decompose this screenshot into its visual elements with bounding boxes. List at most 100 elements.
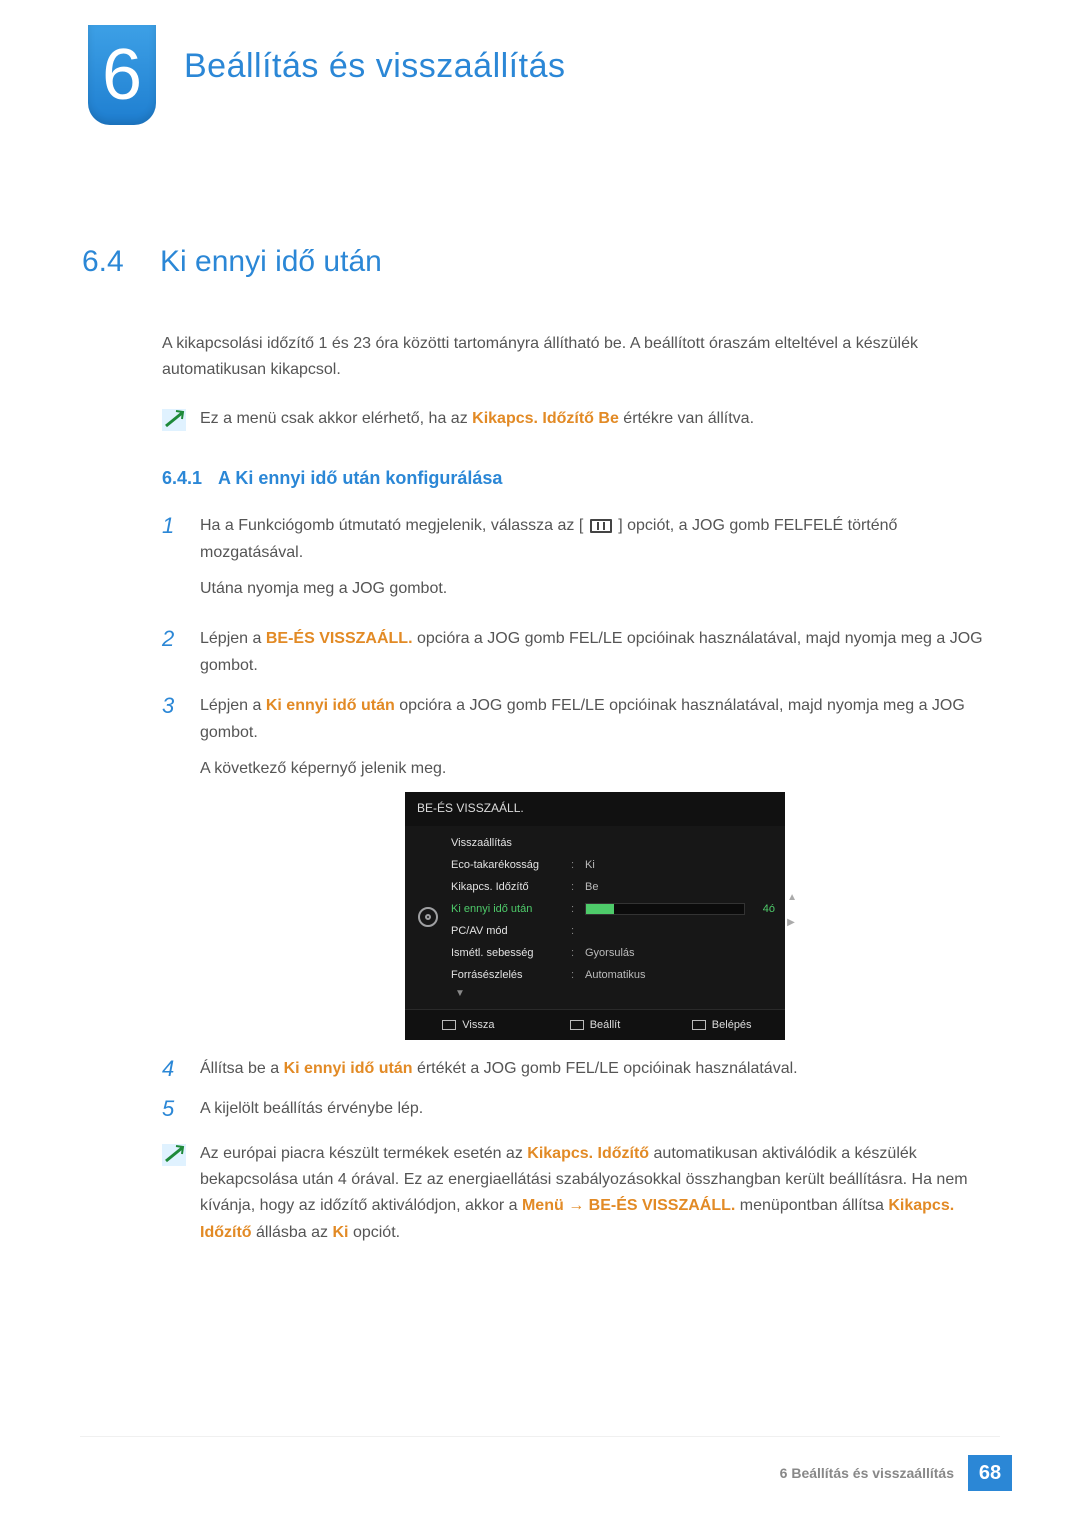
osd-footer: Vissza Beállít Belépés: [405, 1009, 785, 1040]
osd-row: Visszaállítás: [451, 832, 775, 854]
osd-foot-label: Beállít: [590, 1016, 621, 1034]
osd-value: Be: [585, 878, 775, 896]
step-text: Lépjen a BE-ÉS VISSZAÁLL. opcióra a JOG …: [200, 626, 990, 679]
chapter-header: 6 Beállítás és visszaállítás: [0, 0, 1080, 125]
osd-value: Automatikus: [585, 966, 775, 984]
step-2: 2 Lépjen a BE-ÉS VISSZAÁLL. opcióra a JO…: [162, 626, 990, 679]
osd-slider-value: 4ó: [751, 900, 775, 918]
chapter-title: Beállítás és visszaállítás: [184, 47, 566, 86]
text-fragment: A következő képernyő jelenik meg.: [200, 756, 990, 782]
osd-value: Ki: [585, 856, 775, 874]
step-text: Ha a Funkciógomb útmutató megjelenik, vá…: [200, 513, 990, 612]
osd-screenshot: BE-ÉS VISSZAÁLL. Visszaállítás Eco-takar…: [405, 792, 785, 1039]
note-icon: [162, 1144, 186, 1166]
osd-label: Ismétl. sebesség: [451, 944, 571, 962]
osd-scroll-down-icon: ▼: [451, 986, 775, 1003]
step-number: 2: [162, 626, 182, 679]
osd-key-icon: [692, 1020, 706, 1030]
osd-row: Eco-takarékosság:Ki: [451, 854, 775, 876]
osd-slider-track: [585, 903, 745, 915]
step-3: 3 Lépjen a Ki ennyi idő után opcióra a J…: [162, 693, 990, 1040]
note-1: Ez a menü csak akkor elérhető, ha az Kik…: [162, 406, 990, 432]
footer-chapter: 6 Beállítás és visszaállítás: [780, 1465, 954, 1481]
text-fragment: értékét a JOG gomb FEL/LE opcióinak hasz…: [417, 1060, 798, 1077]
osd-foot-set: Beállít: [532, 1010, 659, 1040]
intro-paragraph: A kikapcsolási időzítő 1 és 23 óra közöt…: [162, 331, 990, 384]
page-footer: 6 Beállítás és visszaállítás 68: [780, 1455, 1012, 1491]
osd-row: Forrásészlelés:Automatikus: [451, 964, 775, 986]
subsection-title: A Ki ennyi idő után konfigurálása: [218, 468, 502, 489]
osd-foot-label: Belépés: [712, 1016, 752, 1034]
osd-rows: Visszaállítás Eco-takarékosság:Ki Kikapc…: [451, 832, 785, 1003]
text-fragment: Utána nyomja meg a JOG gombot.: [200, 576, 990, 602]
step-5: 5 A kijelölt beállítás érvénybe lép.: [162, 1096, 990, 1122]
note-strong: Kikapcs. Időzítő Be: [472, 410, 619, 427]
chapter-badge: 6: [88, 25, 156, 125]
step-1: 1 Ha a Funkciógomb útmutató megjelenik, …: [162, 513, 990, 612]
chevron-right-icon: ▶: [787, 915, 797, 932]
osd-foot-back: Vissza: [405, 1010, 532, 1040]
text-fragment: Állítsa be a: [200, 1060, 284, 1077]
text-strong: BE-ÉS VISSZAÁLL.: [266, 630, 413, 647]
step-4: 4 Állítsa be a Ki ennyi idő után értékét…: [162, 1056, 990, 1082]
section-heading: 6.4 Ki ennyi idő után: [82, 245, 1080, 279]
osd-label: Ki ennyi idő után: [451, 900, 571, 918]
osd-slider-fill: [586, 904, 614, 914]
text-fragment: Lépjen a: [200, 697, 266, 714]
subsection-heading: 6.4.1 A Ki ennyi idő után konfigurálása: [162, 468, 1080, 489]
text-strong: BE-ÉS VISSZAÁLL.: [589, 1197, 736, 1214]
footer-page-number: 68: [968, 1455, 1012, 1491]
note-text: Ez a menü csak akkor elérhető, ha az Kik…: [200, 406, 990, 432]
text-fragment: opciót.: [353, 1224, 400, 1241]
note-pre: Ez a menü csak akkor elérhető, ha az: [200, 410, 472, 427]
text-strong: Kikapcs. Időzítő: [527, 1145, 649, 1162]
section-number: 6.4: [82, 245, 160, 279]
osd-category-icon: [405, 832, 451, 1003]
osd-menu-icon: [590, 519, 612, 533]
osd-label: Kikapcs. Időzítő: [451, 878, 571, 896]
step-number: 4: [162, 1056, 182, 1082]
text-fragment: Lépjen a: [200, 630, 266, 647]
note-2: Az európai piacra készült termékek eseté…: [162, 1141, 990, 1247]
text-fragment: Ha a Funkciógomb útmutató megjelenik, vá…: [200, 517, 583, 534]
arrow-icon: →: [568, 1197, 588, 1214]
osd-title: BE-ÉS VISSZAÁLL.: [405, 792, 785, 826]
osd-foot-label: Vissza: [462, 1016, 494, 1034]
chapter-number: 6: [102, 34, 142, 116]
note-text: Az európai piacra készült termékek eseté…: [200, 1141, 990, 1247]
step-text: Lépjen a Ki ennyi idő után opcióra a JOG…: [200, 693, 990, 1040]
subsection-number: 6.4.1: [162, 468, 202, 489]
text-strong: Ki: [333, 1224, 349, 1241]
osd-key-icon: [570, 1020, 584, 1030]
osd-value: Gyorsulás: [585, 944, 775, 962]
step-number: 3: [162, 693, 182, 1040]
osd-key-icon: [442, 1020, 456, 1030]
step-text: A kijelölt beállítás érvénybe lép.: [200, 1096, 990, 1122]
step-text: Állítsa be a Ki ennyi idő után értékét a…: [200, 1056, 990, 1082]
steps-list: 1 Ha a Funkciógomb útmutató megjelenik, …: [162, 513, 990, 1122]
step-number: 1: [162, 513, 182, 612]
gear-icon: [418, 907, 438, 927]
text-fragment: állásba az: [256, 1224, 333, 1241]
text-strong: Ki ennyi idő után: [266, 697, 395, 714]
section-title: Ki ennyi idő után: [160, 245, 382, 279]
chevron-up-icon: ▲: [787, 890, 797, 907]
footer-rule: [80, 1436, 1000, 1437]
osd-label: Visszaállítás: [451, 834, 571, 852]
text-fragment: Az európai piacra készült termékek eseté…: [200, 1145, 527, 1162]
osd-row: Ismétl. sebesség:Gyorsulás: [451, 942, 775, 964]
osd-label: Forrásészlelés: [451, 966, 571, 984]
text-fragment: menüpontban állítsa: [740, 1197, 889, 1214]
osd-body: Visszaállítás Eco-takarékosság:Ki Kikapc…: [405, 826, 785, 1003]
osd-label: PC/AV mód: [451, 922, 571, 940]
osd-nav-arrows: ▲▶: [787, 890, 797, 931]
note-icon: [162, 409, 186, 431]
osd-row-selected: Ki ennyi idő után: 4ó: [451, 898, 775, 920]
document-page: 6 Beállítás és visszaállítás 6.4 Ki enny…: [0, 0, 1080, 1527]
text-strong: Menü: [522, 1197, 564, 1214]
osd-label: Eco-takarékosság: [451, 856, 571, 874]
osd-foot-enter: Belépés: [658, 1010, 785, 1040]
osd-slider: 4ó: [585, 900, 775, 918]
osd-row: PC/AV mód:: [451, 920, 775, 942]
note-post: értékre van állítva.: [623, 410, 754, 427]
